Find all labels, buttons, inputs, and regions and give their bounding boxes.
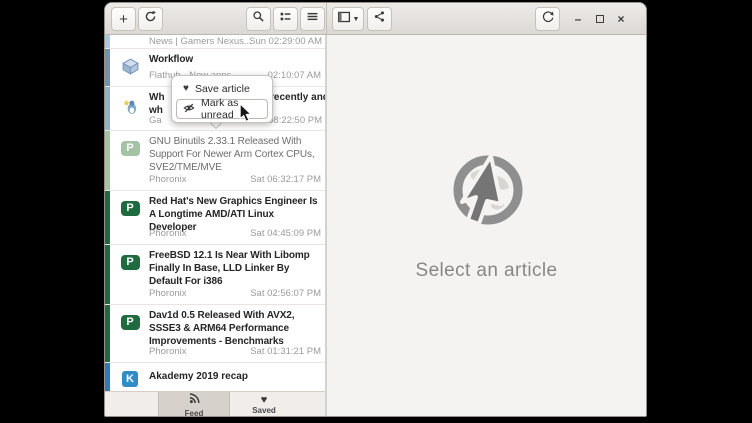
phoronix-icon: P (119, 251, 141, 273)
open-in-browser-button[interactable] (535, 7, 560, 31)
rss-icon (189, 391, 200, 409)
article-date: Sat 02:56:07 PM (250, 288, 321, 299)
open-in-browser-icon (541, 10, 555, 29)
reader-view-button[interactable]: ▼ (332, 7, 364, 31)
menu-icon (306, 10, 319, 28)
tab-feed[interactable]: Feed (158, 392, 230, 417)
reader-panel-icon (337, 10, 351, 28)
article-context-menu: ♥ Save article Mark as unread (171, 75, 273, 123)
article-title: Workflow (149, 53, 322, 66)
article-date: Sat 06:32:17 PM (250, 174, 321, 185)
minimize-button[interactable]: – (569, 7, 587, 31)
refresh-button[interactable] (138, 7, 163, 31)
tab-saved-label: Saved (252, 406, 276, 415)
feed-color-stripe (105, 35, 110, 48)
phoronix-icon: P (119, 311, 141, 333)
article-date: Sat 01:31:21 PM (250, 346, 321, 357)
feed-color-stripe (105, 131, 110, 190)
feed-name: Phoronix (149, 228, 187, 239)
select-article-placeholder: Select an article (416, 260, 558, 282)
feedreader-globe-logo (416, 145, 558, 246)
mark-as-unread-label: Mark as unread (201, 97, 261, 121)
refresh-icon (144, 10, 157, 28)
heart-icon: ♥ (183, 84, 189, 94)
close-button[interactable]: × (612, 7, 630, 31)
article-date: 08:22:50 PM (268, 115, 322, 126)
article-row-gamers-nexus[interactable]: News | Gamers Nexus... Sun 02:29:00 AM (105, 35, 325, 49)
heart-icon: ♥ (261, 395, 268, 406)
search-icon (252, 10, 265, 28)
article-title: Dav1d 0.5 Released With AVX2, SSSE3 & AR… (149, 309, 322, 348)
feedreader-window: + (104, 2, 647, 417)
feed-color-stripe (105, 87, 110, 130)
feed-name: Phoronix (149, 288, 187, 299)
article-title: FreeBSD 12.1 Is Near With Libomp Finally… (149, 249, 322, 288)
article-date: Sat 04:45:09 PM (250, 228, 321, 239)
menu-button[interactable] (300, 7, 325, 31)
share-icon (373, 10, 386, 28)
phoronix-icon: P (119, 197, 141, 219)
close-icon: × (617, 13, 624, 25)
view-switcher: Feed ♥ Saved (105, 391, 326, 416)
chevron-down-icon: ▼ (353, 16, 360, 23)
kde-icon: K (119, 368, 141, 390)
mouse-cursor (239, 104, 252, 128)
article-row-gnu-binutils[interactable]: P GNU Binutils 2.33.1 Released With Supp… (105, 131, 325, 191)
workflow-cube-icon (119, 55, 141, 77)
feed-color-stripe (105, 49, 110, 86)
minimize-icon: – (575, 13, 582, 25)
save-article-label: Save article (195, 83, 250, 95)
article-row-dav1d[interactable]: P Dav1d 0.5 Released With AVX2, SSSE3 & … (105, 305, 325, 363)
save-article-menu-item[interactable]: ♥ Save article (176, 79, 268, 99)
article-title: GNU Binutils 2.33.1 Released With Suppor… (149, 135, 322, 174)
mark-read-list-button[interactable] (273, 7, 298, 31)
screen: + (0, 0, 752, 423)
feed-name: Phoronix (149, 346, 187, 357)
gamingonlinux-mascot-icon (119, 95, 141, 117)
headerbar-separator (326, 3, 327, 34)
feed-name: News | Gamers Nexus... (149, 36, 252, 47)
tab-saved[interactable]: ♥ Saved (230, 392, 298, 417)
share-button[interactable] (367, 7, 392, 31)
article-view: Select an article (326, 35, 646, 416)
maximize-button[interactable] (591, 7, 609, 31)
article-row-akademy[interactable]: K Akademy 2019 recap (105, 363, 325, 391)
article-title-fragment: Wh (149, 92, 165, 103)
headerbar: + (105, 3, 646, 35)
article-row-freebsd[interactable]: P FreeBSD 12.1 Is Near With Libomp Final… (105, 245, 325, 305)
feed-name: Phoronix (149, 174, 187, 185)
eye-off-icon (183, 102, 195, 117)
phoronix-icon: P (119, 137, 141, 159)
plus-icon: + (119, 12, 128, 27)
article-date: Sun 02:29:00 AM (249, 36, 322, 47)
feed-color-stripe (105, 305, 110, 362)
add-feed-button[interactable]: + (111, 7, 136, 31)
article-row-red-hat[interactable]: P Red Hat's New Graphics Engineer Is A L… (105, 191, 325, 245)
view-list-icon (279, 10, 292, 28)
article-title: Akademy 2019 recap (149, 371, 248, 382)
search-button[interactable] (246, 7, 271, 31)
tab-feed-label: Feed (185, 409, 204, 417)
feed-name: Ga (149, 115, 162, 126)
article-title-fragment: recently and (270, 92, 325, 103)
mark-as-unread-menu-item[interactable]: Mark as unread (176, 99, 268, 119)
feed-color-stripe (105, 191, 110, 244)
feed-color-stripe (105, 245, 110, 304)
article-date: 02:10:07 AM (268, 70, 321, 81)
feed-color-stripe (105, 363, 110, 391)
maximize-icon (596, 15, 604, 23)
